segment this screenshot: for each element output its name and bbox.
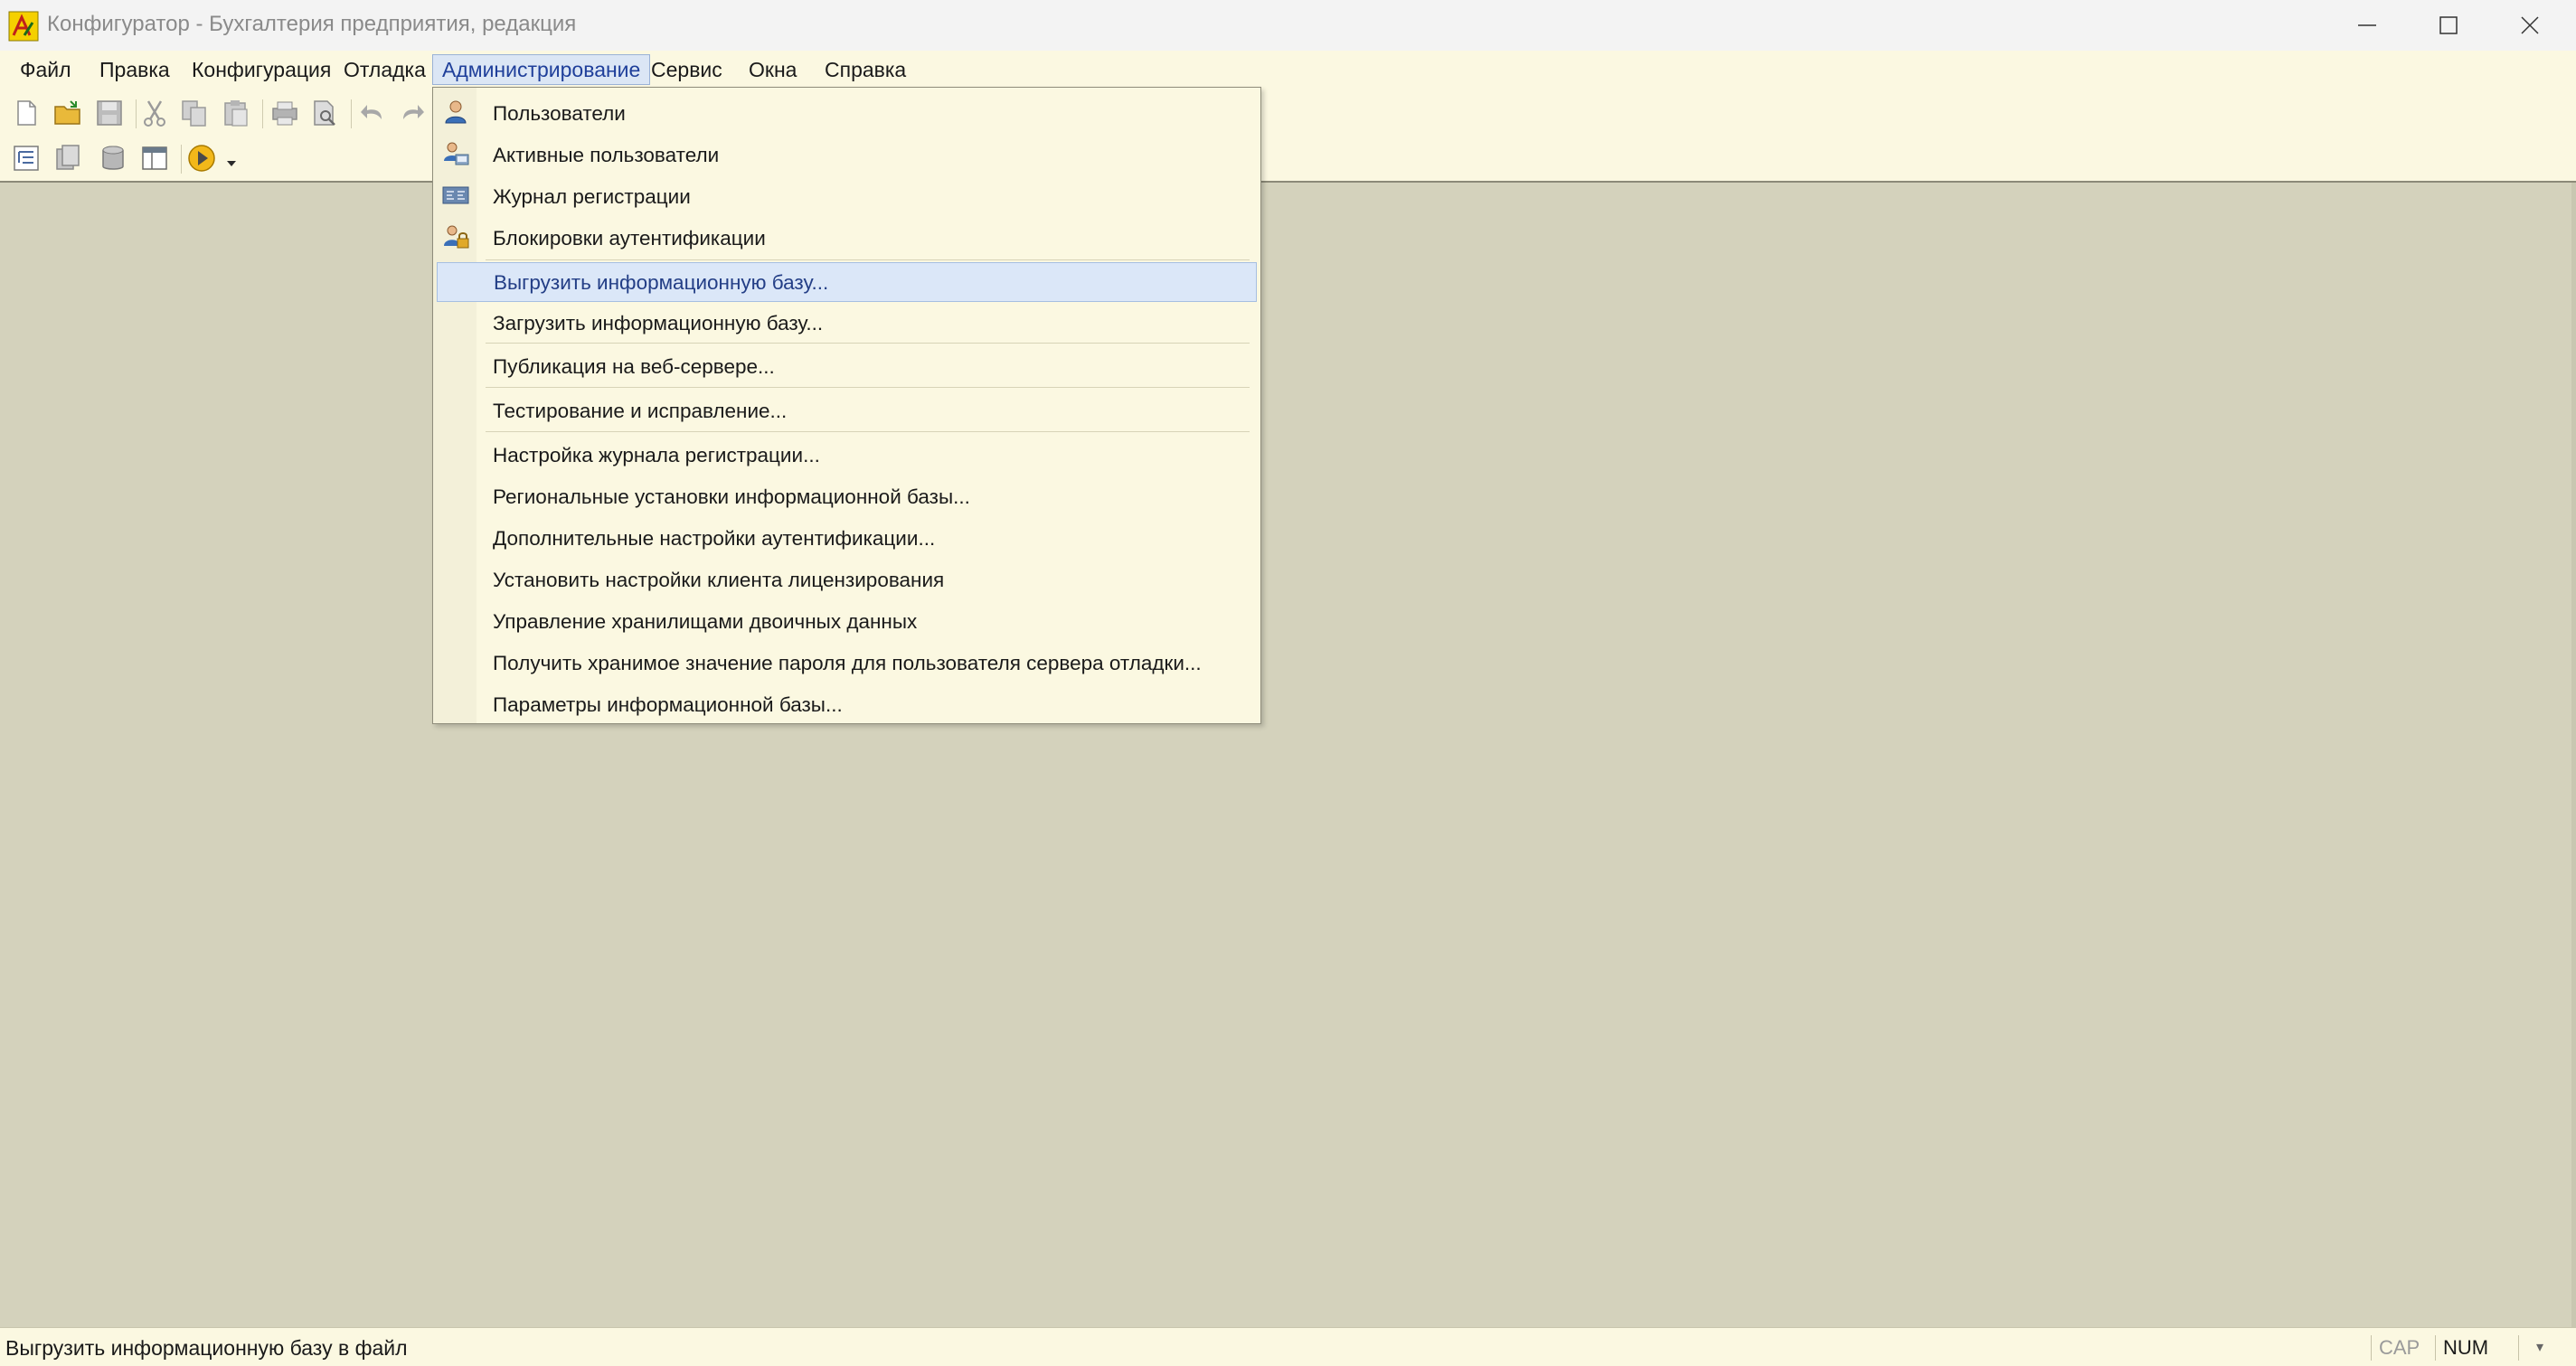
undo-icon[interactable] [358,98,389,128]
database-icon[interactable] [98,143,128,174]
menu-separator [486,343,1250,344]
open-folder-icon[interactable] [52,98,83,128]
toolbar-separator [136,99,137,128]
num-lock-indicator: NUM [2435,1335,2496,1361]
maximize-icon [2439,16,2458,34]
menu-file[interactable]: Файл [11,54,80,85]
config-properties-icon[interactable] [52,143,83,174]
copy-icon[interactable] [179,98,210,128]
window-title: Конфигуратор - Бухгалтерия предприятия, … [47,12,577,36]
toolbar-separator [351,99,352,128]
menu-separator [486,431,1250,432]
menu-item-auth-locks[interactable]: Блокировки аутентификации [433,218,1260,258]
toolbar-separator [181,145,182,174]
menu-service[interactable]: Сервис [642,54,731,85]
menu-item-extra-auth-settings[interactable]: Дополнительные настройки аутентификации.… [433,518,1260,558]
menu-item-licensing-client-settings[interactable]: Установить настройки клиента лицензирова… [433,560,1260,599]
toolbar-separator [262,99,263,128]
menu-item-infobase-parameters[interactable]: Параметры информационной базы... [433,684,1260,724]
menu-item-event-log-settings[interactable]: Настройка журнала регистрации... [433,435,1260,475]
toolbar [0,89,2576,183]
config-tree-icon[interactable] [11,143,42,174]
status-text: Выгрузить информационную базу в файл [5,1336,408,1360]
auth-lock-icon [441,222,470,251]
menu-item-test-and-repair[interactable]: Тестирование и исправление... [433,391,1260,430]
administration-menu: Пользователи Активные пользователи Журна… [432,87,1261,724]
new-document-icon[interactable] [11,98,42,128]
run-debug-icon[interactable] [186,143,217,174]
configurator-window: Конфигуратор - Бухгалтерия предприятия, … [0,0,2576,1366]
menu-item-export-infobase[interactable]: Выгрузить информационную базу... [437,262,1257,302]
menu-item-users[interactable]: Пользователи [433,93,1260,133]
menu-separator [486,259,1250,260]
title-bar: Конфигуратор - Бухгалтерия предприятия, … [0,0,2576,51]
menu-item-debug-server-password[interactable]: Получить хранимое значение пароля для по… [433,643,1260,683]
save-icon[interactable] [94,98,125,128]
menu-separator [486,387,1250,388]
minimize-button[interactable] [2326,0,2408,51]
cut-icon[interactable] [139,98,170,128]
menu-windows[interactable]: Окна [740,54,806,85]
menu-administration[interactable]: Администрирование [432,54,651,85]
status-options-icon[interactable]: ▾ [2518,1335,2561,1361]
minimize-icon [2358,24,2376,26]
caps-lock-indicator: CAP [2371,1335,2427,1361]
menu-item-active-users[interactable]: Активные пользователи [433,135,1260,174]
workspace-area [0,183,2576,1327]
close-button[interactable] [2489,0,2571,51]
close-icon [2521,16,2539,34]
maximize-button[interactable] [2408,0,2489,51]
status-bar: Выгрузить информационную базу в файл CAP… [0,1327,2576,1366]
paste-icon[interactable] [221,98,251,128]
active-users-icon [441,139,470,168]
app-logo-icon [8,11,39,42]
menu-item-event-log[interactable]: Журнал регистрации [433,176,1260,216]
workspace-edge [2571,183,2576,1327]
print-preview-icon[interactable] [309,98,340,128]
menu-item-binary-storage-management[interactable]: Управление хранилищами двоичных данных [433,601,1260,641]
menu-debug[interactable]: Отладка [335,54,435,85]
print-icon[interactable] [269,98,300,128]
redo-icon[interactable] [396,98,427,128]
event-log-icon [441,181,470,210]
menu-item-regional-settings[interactable]: Региональные установки информационной ба… [433,476,1260,516]
menu-item-web-publication[interactable]: Публикация на веб-сервере... [433,346,1260,386]
menu-item-import-infobase[interactable]: Загрузить информационную базу... [433,303,1260,343]
menu-edit[interactable]: Правка [90,54,179,85]
window-layout-icon[interactable] [139,143,170,174]
menu-configuration[interactable]: Конфигурация [183,54,340,85]
menu-help[interactable]: Справка [816,54,915,85]
user-icon [441,98,470,127]
dropdown-arrow-icon[interactable] [222,154,241,172]
